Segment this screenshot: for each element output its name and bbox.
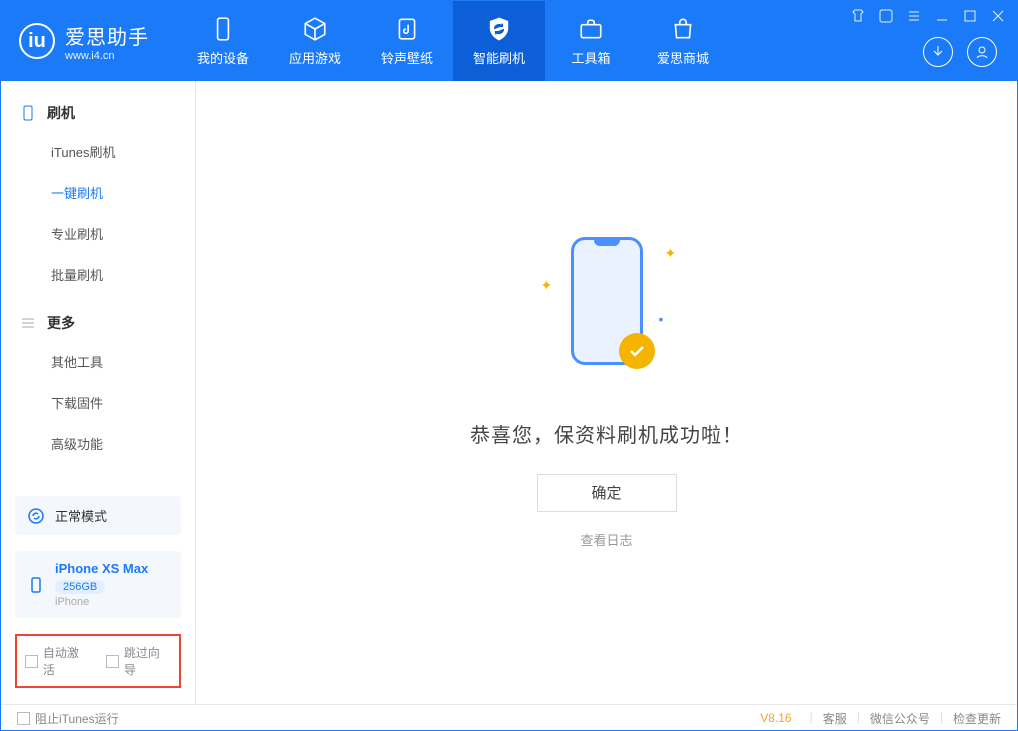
footer-support[interactable]: 客服	[823, 710, 847, 727]
section-label: 更多	[47, 313, 75, 333]
checkbox-skip-wizard[interactable]: 跳过向导	[106, 644, 171, 678]
device-card[interactable]: iPhone XS Max 256GB iPhone	[15, 551, 181, 618]
version-label: V8.16	[760, 711, 791, 725]
footer-update[interactable]: 检查更新	[953, 710, 1001, 727]
sidebar-item-pro[interactable]: 专业刷机	[1, 213, 195, 254]
checkbox-label: 阻止iTunes运行	[35, 710, 119, 727]
sidebar-item-advanced[interactable]: 高级功能	[1, 423, 195, 464]
music-doc-icon	[394, 16, 420, 42]
success-illustration: ✦ ✦ •	[557, 237, 657, 377]
sidebar-item-other-tools[interactable]: 其他工具	[1, 341, 195, 382]
footer-wechat[interactable]: 微信公众号	[870, 710, 930, 727]
sidebar: 刷机 iTunes刷机 一键刷机 专业刷机 批量刷机 更多 其他工具 下载固件 …	[1, 81, 196, 704]
sidebar-item-itunes[interactable]: iTunes刷机	[1, 131, 195, 172]
checkbox-auto-activate[interactable]: 自动激活	[25, 644, 90, 678]
tshirt-icon[interactable]	[851, 9, 865, 23]
sidebar-section-flash: 刷机	[1, 95, 195, 131]
bag-icon	[670, 16, 696, 42]
logo-text: 爱思助手 www.i4.cn	[65, 21, 149, 62]
phone-device-icon	[27, 576, 45, 594]
sync-icon	[27, 507, 45, 525]
nav-label: 我的设备	[197, 48, 249, 67]
close-icon[interactable]	[991, 9, 1005, 23]
app-url: www.i4.cn	[65, 50, 149, 62]
nav-label: 爱思商城	[657, 48, 709, 67]
ok-button[interactable]: 确定	[537, 474, 677, 512]
sidebar-item-onekey[interactable]: 一键刷机	[1, 172, 195, 213]
nav-label: 工具箱	[571, 48, 610, 67]
refresh-shield-icon	[486, 16, 512, 42]
checkbox-icon	[25, 655, 38, 668]
window-controls	[851, 9, 1005, 23]
flash-options-highlighted: 自动激活 跳过向导	[15, 634, 181, 688]
main-content: ✦ ✦ • 恭喜您，保资料刷机成功啦！ 确定 查看日志	[196, 81, 1017, 704]
device-name: iPhone XS Max	[55, 561, 148, 576]
nav-toolbox[interactable]: 工具箱	[545, 1, 637, 81]
briefcase-icon	[578, 16, 604, 42]
list-icon	[19, 314, 37, 332]
logo-icon: iu	[19, 23, 55, 59]
download-button[interactable]	[923, 37, 953, 67]
success-title: 恭喜您，保资料刷机成功啦！	[470, 419, 743, 448]
logo[interactable]: iu 爱思助手 www.i4.cn	[1, 21, 167, 62]
sparkle-icon: •	[659, 311, 669, 321]
checkbox-label: 自动激活	[43, 644, 90, 678]
sparkle-icon: ✦	[541, 277, 551, 287]
device-type: iPhone	[55, 596, 148, 608]
nav-label: 铃声壁纸	[381, 48, 433, 67]
maximize-icon[interactable]	[963, 9, 977, 23]
section-label: 刷机	[47, 103, 75, 123]
footer: 阻止iTunes运行 V8.16 | 客服 | 微信公众号 | 检查更新	[1, 704, 1017, 731]
phone-small-icon	[19, 104, 37, 122]
device-capacity: 256GB	[55, 580, 105, 594]
minimize-icon[interactable]	[935, 9, 949, 23]
nav-ringtone-wallpaper[interactable]: 铃声壁纸	[361, 1, 453, 81]
phone-icon	[210, 16, 236, 42]
checkbox-icon	[17, 712, 30, 725]
checkbox-block-itunes[interactable]: 阻止iTunes运行	[17, 710, 119, 727]
checkbox-label: 跳过向导	[124, 644, 171, 678]
nav-my-device[interactable]: 我的设备	[177, 1, 269, 81]
nav-label: 应用游戏	[289, 48, 341, 67]
nav-smart-flash[interactable]: 智能刷机	[453, 1, 545, 81]
nav-store[interactable]: 爱思商城	[637, 1, 729, 81]
header: iu 爱思助手 www.i4.cn 我的设备 应用游戏 铃声壁纸 智能刷机 工具…	[1, 1, 1017, 81]
sparkle-icon: ✦	[665, 245, 675, 255]
footer-links: | 客服 | 微信公众号 | 检查更新	[810, 710, 1001, 727]
mode-label: 正常模式	[55, 506, 107, 525]
cube-icon	[302, 16, 328, 42]
main-nav: 我的设备 应用游戏 铃声壁纸 智能刷机 工具箱 爱思商城	[177, 1, 729, 81]
device-info: iPhone XS Max 256GB iPhone	[55, 561, 148, 608]
device-mode[interactable]: 正常模式	[15, 496, 181, 535]
header-actions	[923, 37, 997, 67]
sidebar-item-batch[interactable]: 批量刷机	[1, 254, 195, 295]
sidebar-section-more: 更多	[1, 305, 195, 341]
app-name: 爱思助手	[65, 21, 149, 50]
nav-label: 智能刷机	[473, 48, 525, 67]
nav-apps-games[interactable]: 应用游戏	[269, 1, 361, 81]
user-button[interactable]	[967, 37, 997, 67]
checkbox-icon	[106, 655, 119, 668]
skin-icon[interactable]	[879, 9, 893, 23]
view-log-link[interactable]: 查看日志	[580, 530, 632, 549]
sidebar-item-download-fw[interactable]: 下载固件	[1, 382, 195, 423]
check-badge-icon	[619, 333, 655, 369]
menu-icon[interactable]	[907, 9, 921, 23]
